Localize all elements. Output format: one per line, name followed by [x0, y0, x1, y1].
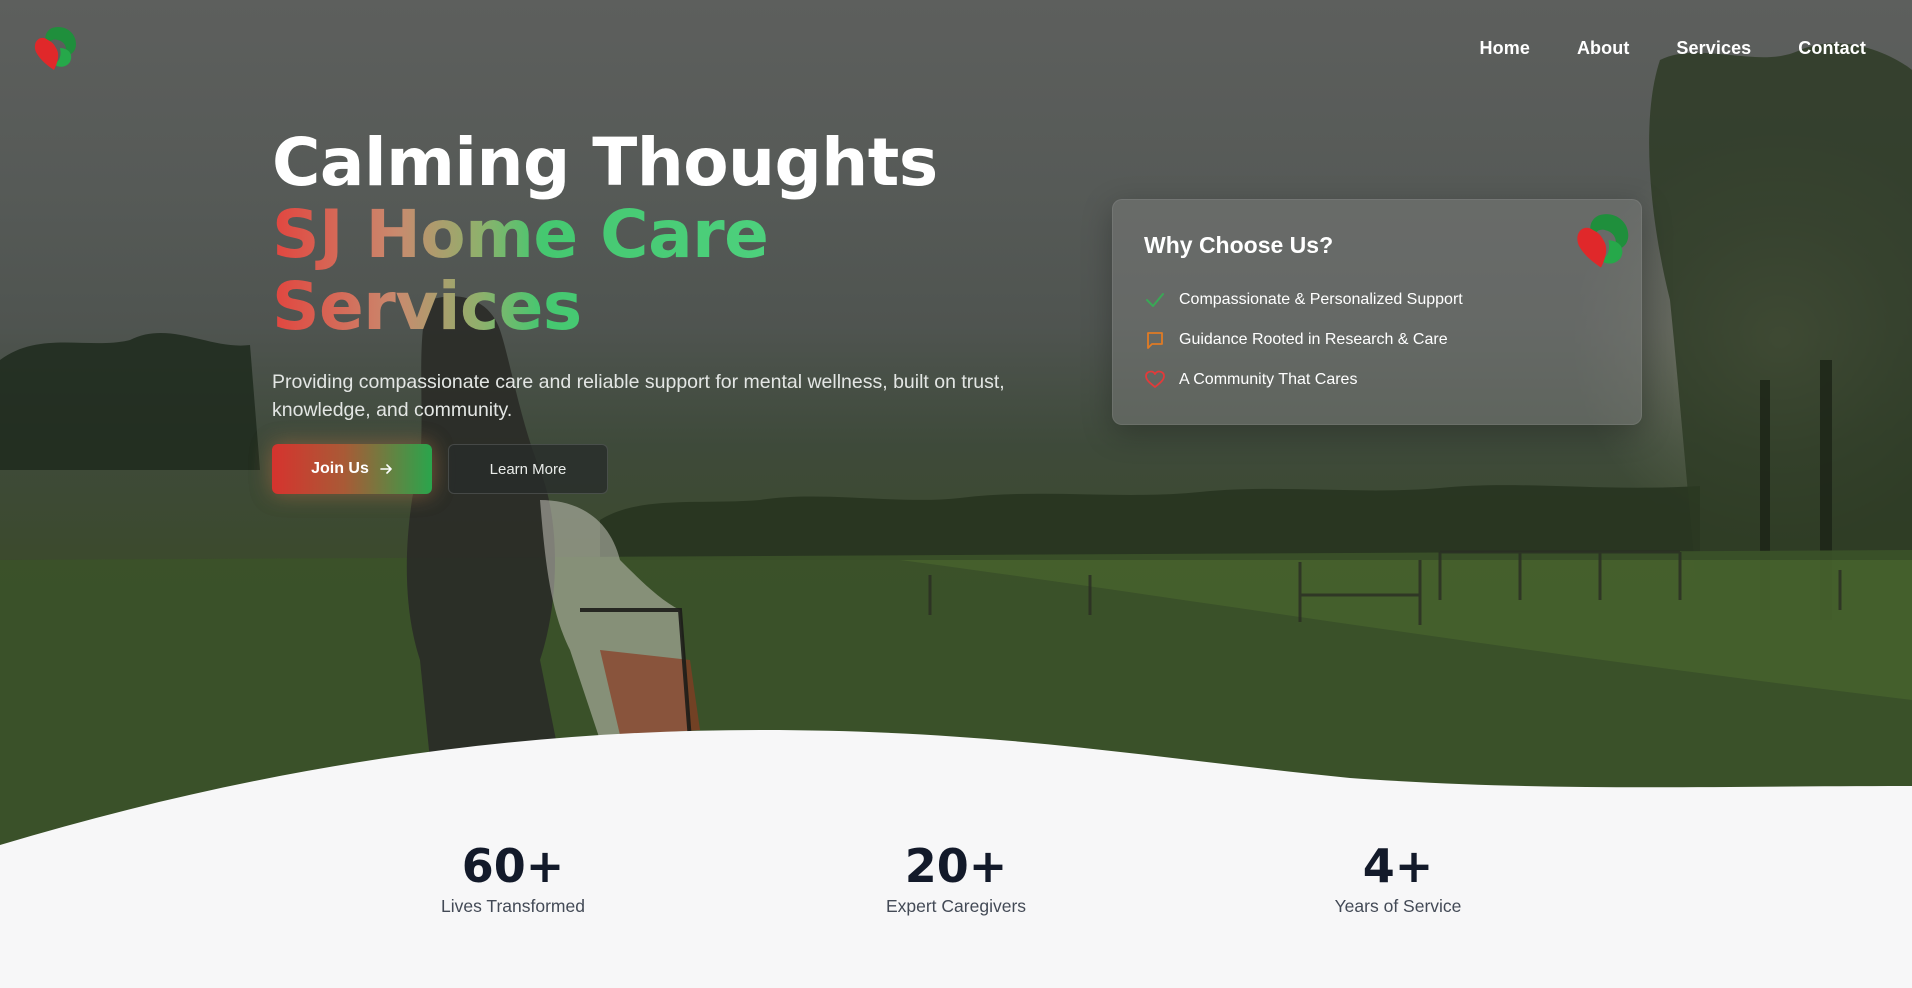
feature-item-community: A Community That Cares [1144, 369, 1357, 391]
feature-item-support: Compassionate & Personalized Support [1144, 289, 1463, 311]
stat-value: 4+ [1362, 839, 1434, 893]
stat-label: Years of Service [1334, 896, 1462, 916]
feature-label: Guidance Rooted in Research & Care [1179, 331, 1448, 348]
learn-more-button[interactable]: Learn More [448, 444, 608, 494]
headline-line-1: Calming Thoughts [272, 124, 938, 201]
arrow-right-icon [380, 464, 392, 474]
wave-divider [0, 730, 1912, 860]
stat-value: 60+ [461, 839, 565, 893]
stat-label: Lives Transformed [441, 896, 585, 916]
card-logo-icon [1577, 214, 1629, 268]
feature-label: A Community That Cares [1179, 371, 1358, 388]
card-title: Why Choose Us? [1144, 232, 1334, 258]
message-square-icon [1147, 332, 1163, 349]
stat-value: 20+ [904, 839, 1008, 893]
nav-home[interactable]: Home [1480, 38, 1530, 59]
check-icon [1146, 293, 1164, 307]
nav-services[interactable]: Services [1676, 38, 1751, 59]
stat-lives: 60+ Lives Transformed [363, 840, 663, 917]
brand-logo-icon[interactable] [30, 22, 78, 72]
heart-icon [1145, 370, 1165, 388]
headline-line-2: SJ Home Care [272, 199, 792, 271]
hero-headline: Calming Thoughts SJ Home Care Services [272, 127, 938, 343]
feature-label: Compassionate & Personalized Support [1179, 291, 1463, 308]
hero-subtitle: Providing compassionate care and reliabl… [272, 371, 1005, 421]
join-us-button[interactable]: Join Us [272, 444, 432, 494]
stats-section: 60+ Lives Transformed 20+ Expert Caregiv… [0, 840, 1912, 988]
nav-about[interactable]: About [1577, 38, 1629, 59]
stat-years: 4+ Years of Service [1248, 840, 1548, 917]
nav-contact[interactable]: Contact [1798, 38, 1866, 59]
why-choose-us-card: Why Choose Us? Compassionate & Personali… [1112, 199, 1642, 425]
headline-line-3: Services [272, 271, 792, 343]
learn-more-label: Learn More [489, 460, 567, 478]
feature-item-research: Guidance Rooted in Research & Care [1144, 329, 1448, 351]
stat-label: Expert Caregivers [885, 896, 1027, 916]
main-nav: Home About Services Contact [1480, 38, 1866, 59]
join-us-label: Join Us [311, 460, 369, 477]
stat-caregivers: 20+ Expert Caregivers [806, 840, 1106, 917]
